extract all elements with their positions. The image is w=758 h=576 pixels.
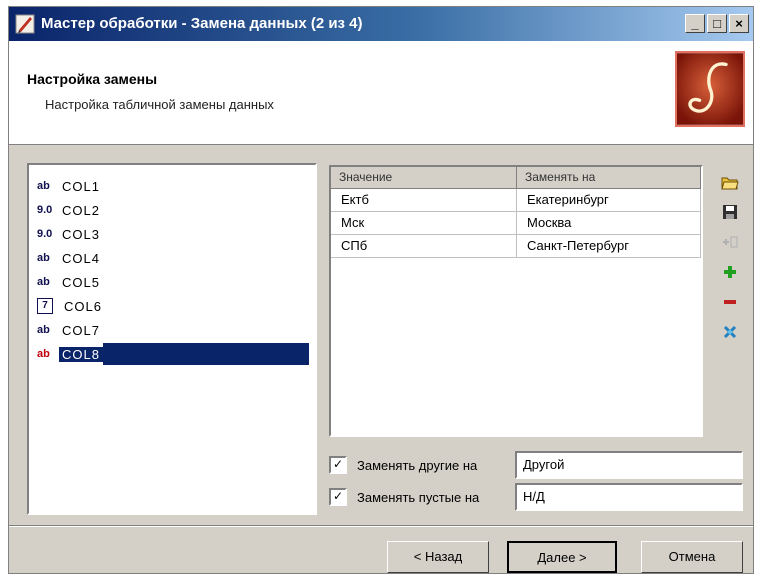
field-name: COL6 [64, 298, 102, 314]
step-title: Настройка замены [27, 71, 158, 87]
cancel-button[interactable]: Отмена [641, 541, 743, 573]
list-item[interactable]: ab COL7 [37, 319, 103, 341]
minimize-button[interactable]: _ [685, 14, 705, 33]
field-name: COL4 [62, 250, 100, 266]
list-item[interactable]: ab COL5 [37, 271, 103, 293]
replace-other-option: ✓ Заменять другие на [329, 450, 507, 480]
remove-icon[interactable] [719, 291, 741, 313]
list-item[interactable]: 9.0 COL2 [37, 199, 103, 221]
table-cell[interactable]: Екатеринбург [517, 189, 701, 212]
app-icon [15, 14, 35, 34]
number-type-icon: 9.0 [37, 204, 53, 216]
column-header-value[interactable]: Значение [331, 167, 517, 189]
table-row[interactable]: СПб Санкт-Петербург [331, 235, 701, 258]
list-item[interactable]: 9.0 COL3 [37, 223, 103, 245]
close-button[interactable]: × [729, 14, 749, 33]
selection-highlight [102, 343, 309, 365]
table-row[interactable]: Ектб Екатеринбург [331, 189, 701, 212]
string-type-icon: ab [37, 180, 50, 192]
window-title: Мастер обработки - Замена данных (2 из 4… [41, 15, 363, 32]
wizard-window: Мастер обработки - Замена данных (2 из 4… [8, 6, 754, 574]
replace-other-label: Заменять другие на [357, 457, 478, 473]
field-name: COL7 [62, 322, 100, 338]
table-cell[interactable]: Ектб [331, 189, 517, 212]
table-header: Значение Заменять на [331, 167, 701, 189]
field-name: COL2 [62, 202, 100, 218]
field-name: COL3 [62, 226, 100, 242]
maximize-button[interactable]: □ [707, 14, 727, 33]
next-button[interactable]: Далее > [507, 541, 617, 573]
list-item-selected[interactable]: ab COL8 [37, 343, 309, 365]
replace-table[interactable]: Значение Заменять на Ектб Екатеринбург М… [329, 165, 703, 437]
replace-empty-option: ✓ Заменять пустые на [329, 482, 507, 512]
table-cell[interactable]: Москва [517, 212, 701, 235]
replace-other-input[interactable]: Другой [515, 451, 743, 479]
insert-icon[interactable] [719, 231, 741, 253]
list-item[interactable]: ab COL4 [37, 247, 103, 269]
string-type-icon: ab [37, 324, 50, 336]
field-name: COL5 [62, 274, 100, 290]
save-icon[interactable] [719, 201, 741, 223]
table-cell[interactable]: Санкт-Петербург [517, 235, 701, 258]
back-button[interactable]: < Назад [387, 541, 489, 573]
string-type-icon: ab [37, 348, 50, 360]
date-type-icon: 7 [37, 298, 53, 314]
replace-empty-checkbox[interactable]: ✓ [329, 488, 347, 506]
title-bar[interactable]: Мастер обработки - Замена данных (2 из 4… [9, 7, 753, 41]
clear-icon[interactable] [719, 321, 741, 343]
replace-empty-input[interactable]: Н/Д [515, 483, 743, 511]
footer-divider [9, 525, 753, 527]
list-item[interactable]: 7 COL6 [37, 295, 105, 317]
string-type-icon: ab [37, 252, 50, 264]
field-name: COL1 [62, 178, 100, 194]
swirl-logo-icon [675, 51, 745, 127]
table-cell[interactable]: СПб [331, 235, 517, 258]
field-list[interactable]: ab COL1 9.0 COL2 9.0 COL3 ab COL4 ab COL… [27, 163, 317, 515]
replace-other-checkbox[interactable]: ✓ [329, 456, 347, 474]
open-folder-icon[interactable] [719, 171, 741, 193]
add-icon[interactable] [719, 261, 741, 283]
number-type-icon: 9.0 [37, 228, 53, 240]
list-item[interactable]: ab COL1 [37, 175, 103, 197]
table-row[interactable]: Мск Москва [331, 212, 701, 235]
field-name: COL8 [59, 346, 103, 362]
wizard-header: Настройка замены Настройка табличной зам… [9, 41, 753, 145]
window-controls: _ □ × [685, 14, 749, 33]
replace-empty-label: Заменять пустые на [357, 489, 480, 505]
step-subtitle: Настройка табличной замены данных [45, 97, 274, 112]
string-type-icon: ab [37, 276, 50, 288]
table-cell[interactable]: Мск [331, 212, 517, 235]
column-header-replace-with[interactable]: Заменять на [517, 167, 701, 189]
